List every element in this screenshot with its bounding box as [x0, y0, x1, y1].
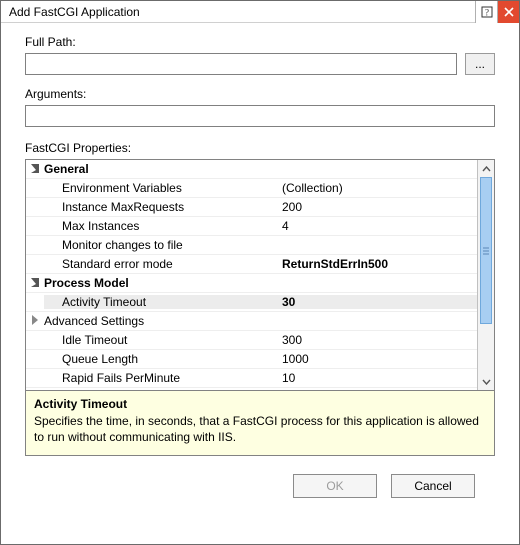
dialog-content: Full Path: ... Arguments: FastCGI Proper…: [1, 23, 519, 544]
category-label: General: [44, 162, 276, 176]
arguments-label: Arguments:: [25, 87, 495, 101]
prop-name: Environment Variables: [44, 181, 276, 195]
browse-button[interactable]: ...: [465, 53, 495, 75]
prop-row-queue-length[interactable]: Queue Length 1000: [26, 350, 477, 369]
prop-name: Activity Timeout: [44, 295, 276, 309]
prop-row-request-timeout[interactable]: Request Timeout 90: [26, 388, 477, 390]
prop-name: Instance MaxRequests: [44, 200, 276, 214]
prop-row-standard-error-mode[interactable]: Standard error mode ReturnStdErrIn500: [26, 255, 477, 274]
close-icon: [504, 7, 514, 17]
prop-name: Standard error mode: [44, 257, 276, 271]
chevron-down-icon: [31, 164, 39, 173]
cancel-button[interactable]: Cancel: [391, 474, 475, 498]
prop-name: Queue Length: [44, 352, 276, 366]
scroll-down-button[interactable]: [478, 373, 494, 390]
help-button[interactable]: ?: [475, 1, 497, 23]
chevron-right-icon: [32, 315, 38, 325]
prop-row-monitor-changes[interactable]: Monitor changes to file: [26, 236, 477, 255]
prop-value: 10: [276, 371, 477, 385]
prop-value: 30: [276, 295, 477, 309]
prop-value: ReturnStdErrIn500: [276, 257, 477, 271]
scroll-track[interactable]: [478, 177, 494, 373]
window-title: Add FastCGI Application: [9, 5, 140, 19]
prop-row-advanced-settings[interactable]: Advanced Settings: [26, 312, 477, 331]
prop-row-max-instances[interactable]: Max Instances 4: [26, 217, 477, 236]
prop-value: 200: [276, 200, 477, 214]
chevron-up-icon: [482, 166, 491, 172]
prop-name: Idle Timeout: [44, 333, 276, 347]
full-path-input[interactable]: [25, 53, 457, 75]
prop-row-environment-variables[interactable]: Environment Variables (Collection): [26, 179, 477, 198]
prop-row-idle-timeout[interactable]: Idle Timeout 300: [26, 331, 477, 350]
prop-value: (Collection): [276, 181, 477, 195]
dialog-window: Add FastCGI Application ? Full Path: ...…: [0, 0, 520, 545]
close-button[interactable]: [497, 1, 519, 23]
arguments-input[interactable]: [25, 105, 495, 127]
svg-text:?: ?: [485, 8, 489, 18]
category-label: Process Model: [44, 276, 276, 290]
button-row: OK Cancel: [25, 456, 495, 514]
prop-value: 4: [276, 219, 477, 233]
prop-value: 1000: [276, 352, 477, 366]
properties-label: FastCGI Properties:: [25, 141, 495, 155]
scroll-up-button[interactable]: [478, 160, 494, 177]
chevron-down-icon: [31, 278, 39, 287]
prop-row-activity-timeout[interactable]: Activity Timeout 30: [26, 293, 477, 312]
prop-value: 300: [276, 333, 477, 347]
category-process-model[interactable]: Process Model: [26, 274, 477, 293]
help-icon: ?: [481, 6, 493, 18]
scroll-thumb[interactable]: [480, 177, 492, 324]
prop-row-rapid-fails[interactable]: Rapid Fails PerMinute 10: [26, 369, 477, 388]
property-grid: General Environment Variables (Collectio…: [25, 159, 495, 391]
category-general[interactable]: General: [26, 160, 477, 179]
chevron-down-icon: [482, 379, 491, 385]
full-path-label: Full Path:: [25, 35, 495, 49]
prop-name: Monitor changes to file: [44, 238, 276, 252]
ok-button[interactable]: OK: [293, 474, 377, 498]
help-description: Specifies the time, in seconds, that a F…: [34, 413, 486, 445]
grid-scrollbar[interactable]: [477, 160, 494, 390]
titlebar: Add FastCGI Application ?: [1, 1, 519, 23]
prop-name: Max Instances: [44, 219, 276, 233]
help-title: Activity Timeout: [34, 397, 486, 411]
prop-name: Rapid Fails PerMinute: [44, 371, 276, 385]
prop-name: Advanced Settings: [44, 314, 276, 328]
help-pane: Activity Timeout Specifies the time, in …: [25, 390, 495, 456]
prop-row-instance-maxrequests[interactable]: Instance MaxRequests 200: [26, 198, 477, 217]
